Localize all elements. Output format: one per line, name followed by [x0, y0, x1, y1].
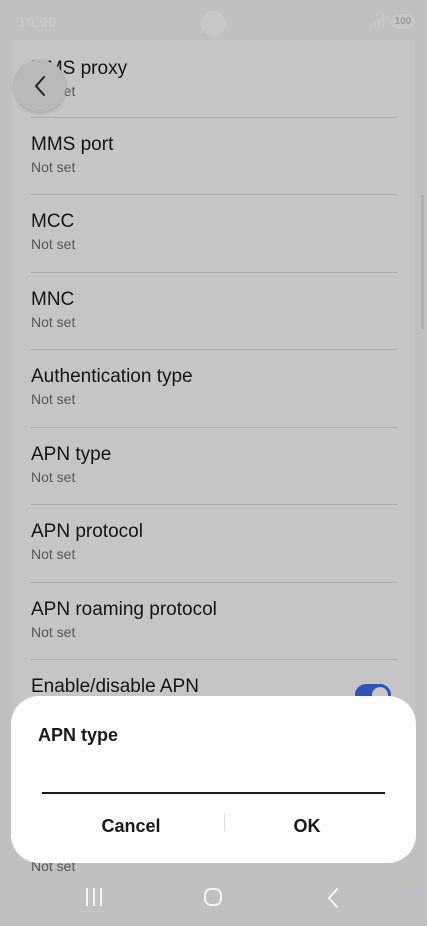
recents-icon[interactable] — [86, 888, 104, 906]
apn-type-input[interactable] — [42, 756, 385, 794]
phone-frame: 10:00 100 MMS proxy Not set MMS port No — [0, 0, 427, 926]
home-icon[interactable] — [204, 888, 222, 906]
ok-button[interactable]: OK — [207, 811, 407, 841]
dialog-title: APN type — [38, 725, 119, 745]
cancel-button[interactable]: Cancel — [31, 811, 231, 841]
navigation-bar — [0, 870, 427, 926]
nav-back-icon[interactable] — [326, 887, 340, 909]
apn-type-dialog: APN type Cancel OK — [11, 696, 416, 863]
